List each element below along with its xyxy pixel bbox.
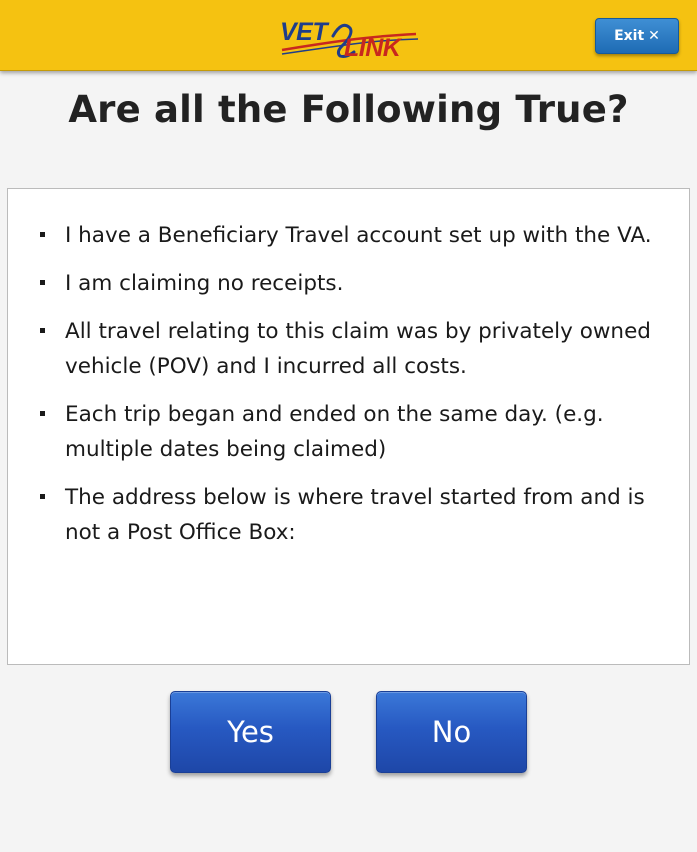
exit-button[interactable]: Exit ✕ <box>595 18 679 54</box>
no-button[interactable]: No <box>376 691 527 773</box>
statement-text: The address below is where travel starte… <box>65 485 645 545</box>
list-item: Each trip began and ended on the same da… <box>32 397 677 467</box>
statement-list: I have a Beneficiary Travel account set … <box>8 189 689 550</box>
statement-text: Each trip began and ended on the same da… <box>65 402 604 462</box>
list-item: I am claiming no receipts. <box>32 266 677 301</box>
list-item: The address below is where travel starte… <box>32 480 677 550</box>
statement-text: All travel relating to this claim was by… <box>65 319 651 379</box>
statement-text: I have a Beneficiary Travel account set … <box>65 223 652 248</box>
bullet-icon <box>40 328 45 333</box>
bullet-icon <box>40 494 45 499</box>
no-label: No <box>431 715 472 749</box>
bullet-icon <box>40 280 45 285</box>
logo-word-vet: VET <box>280 18 328 46</box>
bullet-icon <box>40 411 45 416</box>
yes-button[interactable]: Yes <box>170 691 331 773</box>
logo-word-link: LINK <box>344 34 401 62</box>
page-title: Are all the Following True? <box>68 88 629 131</box>
list-item: I have a Beneficiary Travel account set … <box>32 218 677 253</box>
statements-panel: I have a Beneficiary Travel account set … <box>7 188 690 665</box>
vetlink-logo: VET LINK <box>278 14 420 64</box>
header-bar: VET LINK Exit ✕ <box>0 0 697 71</box>
exit-label: Exit <box>614 28 645 44</box>
statement-text: I am claiming no receipts. <box>65 271 344 296</box>
close-icon: ✕ <box>648 28 660 44</box>
list-item: All travel relating to this claim was by… <box>32 314 677 384</box>
bullet-icon <box>40 232 45 237</box>
yes-label: Yes <box>227 715 274 749</box>
